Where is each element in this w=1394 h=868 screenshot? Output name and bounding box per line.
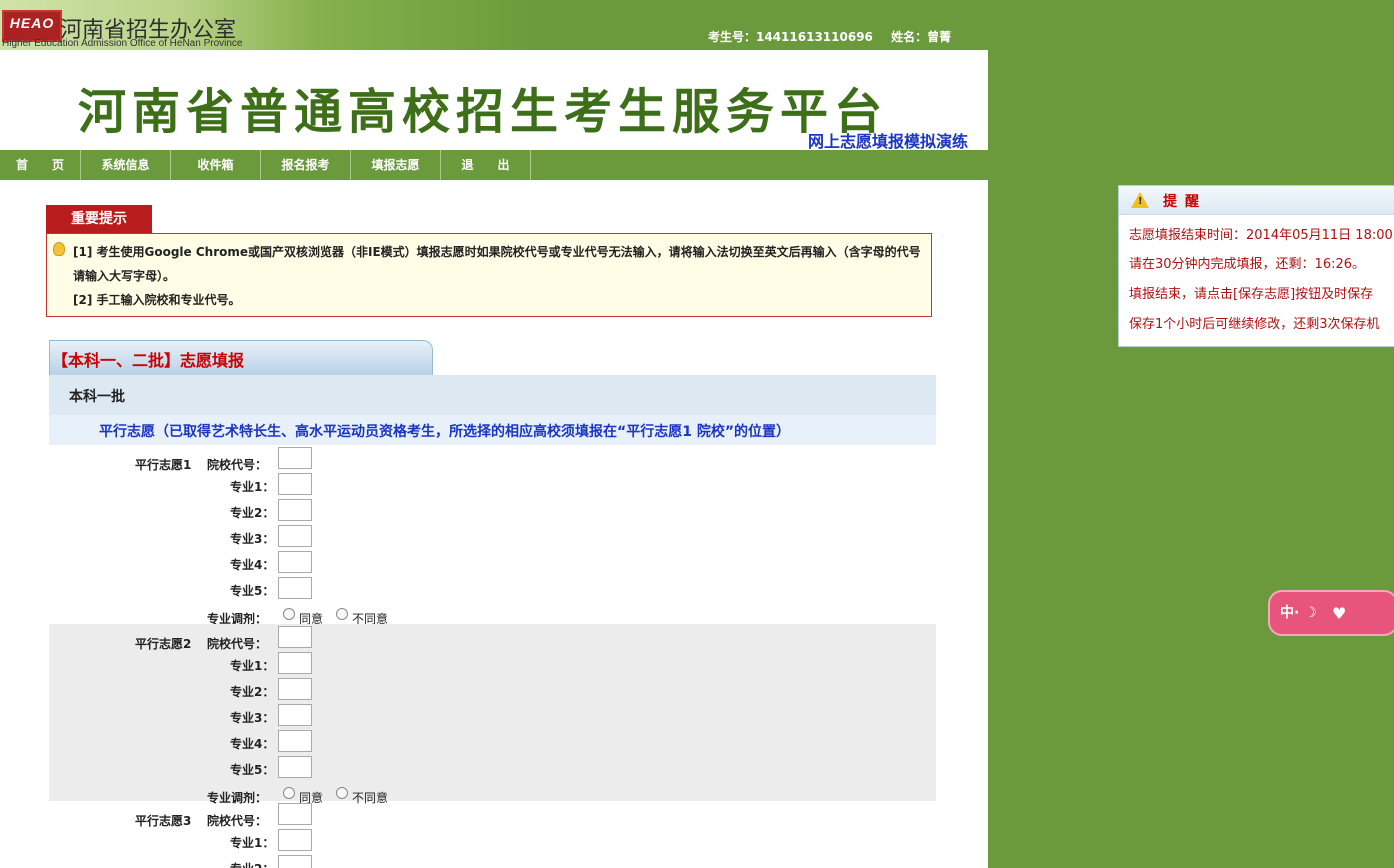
school-code-input-1[interactable] bbox=[278, 447, 312, 469]
major-label-1: 专业1： bbox=[230, 480, 275, 494]
nav-system-info[interactable]: 系统信息 bbox=[81, 150, 171, 180]
parallel-desc-row: 平行志愿（已取得艺术特长生、高水平运动员资格考生，所选择的相应高校须填报在“平行… bbox=[49, 415, 936, 445]
choice-label-2: 平行志愿2 bbox=[135, 637, 192, 651]
batch-label: 本科一批 bbox=[69, 389, 125, 405]
school-code-input-2[interactable] bbox=[278, 626, 312, 648]
major-input-2-2[interactable] bbox=[278, 678, 312, 700]
reminder-header: ! 提醒 bbox=[1119, 186, 1394, 215]
major-label-3: 专业3： bbox=[230, 711, 275, 725]
reminder-line-3: 填报结束，请点击[保存志愿]按钮及时保存 bbox=[1129, 287, 1374, 302]
section-tab: 【本科一、二批】志愿填报 bbox=[49, 340, 433, 375]
nav-inbox[interactable]: 收件箱 bbox=[171, 150, 261, 180]
reminder-line-1: 志愿填报结束时间：2014年05月11日 18:00 bbox=[1129, 228, 1393, 243]
exam-number: 考生号：14411613110696 bbox=[708, 30, 873, 44]
main-nav: 首 页 系统信息 收件箱 报名报考 填报志愿 退 出 bbox=[0, 150, 988, 180]
lightbulb-icon bbox=[53, 242, 65, 256]
parallel-desc: 平行志愿（已取得艺术特长生、高水平运动员资格考生，所选择的相应高校须填报在“平行… bbox=[99, 424, 791, 440]
choice-label-3: 平行志愿3 bbox=[135, 814, 192, 828]
major-input-1-4[interactable] bbox=[278, 551, 312, 573]
reminder-title: 提醒 bbox=[1163, 194, 1207, 210]
major-input-1-3[interactable] bbox=[278, 525, 312, 547]
main-content: 重要提示 [1] 考生使用Google Chrome或国产双核浏览器（非IE模式… bbox=[0, 180, 988, 868]
major-label-5: 专业5： bbox=[230, 763, 275, 777]
reminder-line-2: 请在30分钟内完成填报，还剩：16:26。 bbox=[1129, 257, 1366, 272]
major-label-2: 专业2： bbox=[230, 860, 274, 868]
notice-line-2: [2] 手工输入院校和专业代号。 bbox=[73, 293, 241, 307]
major-input-1-2[interactable] bbox=[278, 499, 312, 521]
major-label-4: 专业4： bbox=[230, 558, 275, 572]
school-code-label: 院校代号： bbox=[207, 814, 268, 828]
batch-row: 本科一批 bbox=[49, 375, 936, 415]
school-code-label: 院校代号： bbox=[207, 637, 268, 651]
choice-label-1: 平行志愿1 bbox=[135, 458, 192, 472]
heart-icon: ♥ bbox=[1332, 604, 1347, 623]
nav-registration[interactable]: 报名报考 bbox=[261, 150, 351, 180]
major-label-5: 专业5： bbox=[230, 584, 275, 598]
top-header-bar: HEAO 河南省招生办公室 Higher Education Admission… bbox=[0, 0, 988, 50]
school-code-input-3[interactable] bbox=[278, 803, 312, 825]
logo-english-name: Higher Education Admission Office of HeN… bbox=[2, 38, 243, 49]
notice-tab: 重要提示 bbox=[46, 205, 152, 233]
school-code-label: 院校代号： bbox=[207, 458, 268, 472]
choice-group-2: 平行志愿2 院校代号： 专业1： 专业2： 专业3： 专业4： 专业5： 专业调… bbox=[49, 624, 936, 805]
major-label-1: 专业1： bbox=[230, 836, 275, 850]
choice-group-1: 平行志愿1 院校代号： 专业1： 专业2： 专业3： 专业4： 专业5： 专业调… bbox=[49, 445, 936, 626]
major-input-2-3[interactable] bbox=[278, 704, 312, 726]
notice-box: [1] 考生使用Google Chrome或国产双核浏览器（非IE模式）填报志愿… bbox=[46, 233, 932, 317]
reminder-panel: ! 提醒 志愿填报结束时间：2014年05月11日 18:00 请在30分钟内完… bbox=[1118, 185, 1394, 347]
user-info: 考生号：14411613110696 姓名：曾菁 bbox=[708, 28, 965, 45]
major-input-2-4[interactable] bbox=[278, 730, 312, 752]
student-name: 姓名：曾菁 bbox=[891, 30, 952, 44]
site-subtitle: 网上志愿填报模拟演练 bbox=[807, 132, 968, 151]
notice-text: [1] 考生使用Google Chrome或国产双核浏览器（非IE模式）填报志愿… bbox=[73, 240, 923, 312]
major-label-3: 专业3： bbox=[230, 532, 275, 546]
section-title: 【本科一、二批】志愿填报 bbox=[52, 351, 245, 370]
adjust-agree-radio-2[interactable] bbox=[283, 787, 295, 799]
major-input-2-1[interactable] bbox=[278, 652, 312, 674]
major-input-2-5[interactable] bbox=[278, 756, 312, 778]
choice-group-3: 平行志愿3 院校代号： 专业1： 专业2： bbox=[49, 801, 936, 868]
notice-line-1: [1] 考生使用Google Chrome或国产双核浏览器（非IE模式）填报志愿… bbox=[73, 245, 921, 283]
adjust-agree-radio-1[interactable] bbox=[283, 608, 295, 620]
major-label-2: 专业2： bbox=[230, 506, 275, 520]
major-label-1: 专业1： bbox=[230, 659, 275, 673]
adjust-disagree-radio-1[interactable] bbox=[336, 608, 348, 620]
nav-home[interactable]: 首 页 bbox=[0, 150, 81, 180]
ime-toolbar[interactable]: 中· ☽ ♥ bbox=[1268, 590, 1394, 636]
major-label-2: 专业2： bbox=[230, 685, 275, 699]
nav-fill-choices[interactable]: 填报志愿 bbox=[351, 150, 441, 180]
major-input-1-5[interactable] bbox=[278, 577, 312, 599]
major-input-1-1[interactable] bbox=[278, 473, 312, 495]
major-input-3-1[interactable] bbox=[278, 829, 312, 851]
ime-mode-label[interactable]: 中· ☽ bbox=[1280, 602, 1317, 622]
nav-logout[interactable]: 退 出 bbox=[441, 150, 531, 180]
banner: 河南省普通高校招生考生服务平台 网上志愿填报模拟演练 bbox=[0, 50, 988, 151]
site-title: 河南省普通高校招生考生服务平台 bbox=[78, 84, 889, 140]
adjust-disagree-radio-2[interactable] bbox=[336, 787, 348, 799]
major-input-3-2[interactable] bbox=[278, 855, 312, 868]
major-label-4: 专业4： bbox=[230, 737, 275, 751]
reminder-line-4: 保存1个小时后可继续修改，还剩3次保存机 bbox=[1129, 317, 1380, 332]
